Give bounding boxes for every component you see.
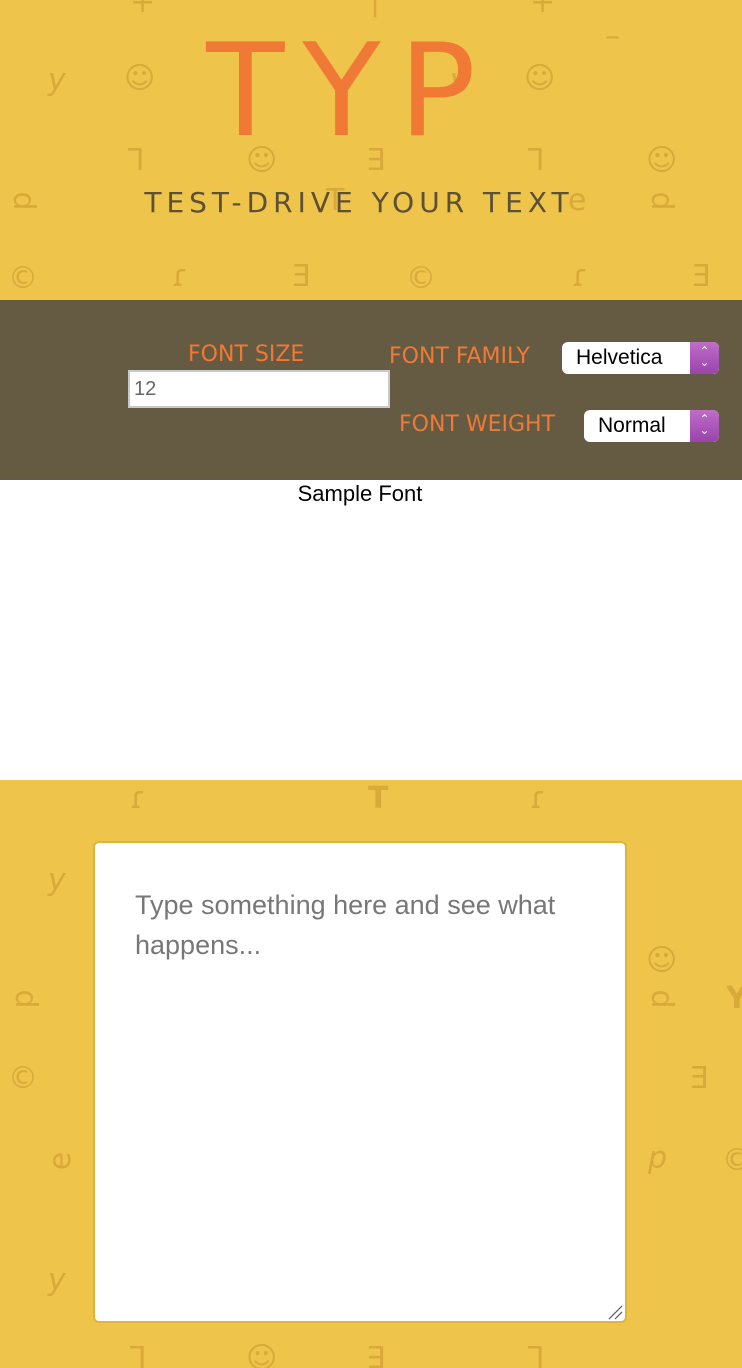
header-banner: + | + – y ☺ y ☺ ⅂ ☺ ∃ ⅂ ☺ p T e p © ɾ Ǝ … bbox=[0, 0, 742, 300]
font-family-label: FONT FAMILY bbox=[389, 344, 530, 369]
select-arrows-icon: ⌃ ⌄ bbox=[690, 410, 719, 442]
select-arrows-icon: ⌃ ⌄ bbox=[690, 342, 719, 374]
font-controls-panel: FONT SIZE FONT FAMILY Helvetica ⌃⌄ FONT … bbox=[0, 300, 742, 480]
font-size-label: FONT SIZE bbox=[188, 342, 305, 367]
font-weight-label: FONT WEIGHT bbox=[399, 412, 556, 437]
sample-font-preview: Sample Font bbox=[297, 481, 423, 506]
font-size-input[interactable] bbox=[128, 370, 390, 408]
app-logo: TYP bbox=[206, 17, 494, 166]
font-weight-selected: Normal bbox=[598, 414, 666, 437]
font-family-select[interactable]: Helvetica ⌃ ⌄ bbox=[562, 342, 719, 374]
editor-area: ɾ T ɾ y ☺ p p Y © Ǝ e p © y ⅂ ☺ ∃ ⅂ bbox=[0, 780, 742, 1368]
font-weight-select[interactable]: Normal ⌃ ⌄ bbox=[584, 410, 719, 442]
tagline: TEST-DRIVE YOUR TEXT bbox=[144, 186, 574, 219]
text-input-area[interactable] bbox=[93, 841, 627, 1323]
font-family-selected: Helvetica bbox=[576, 346, 663, 369]
